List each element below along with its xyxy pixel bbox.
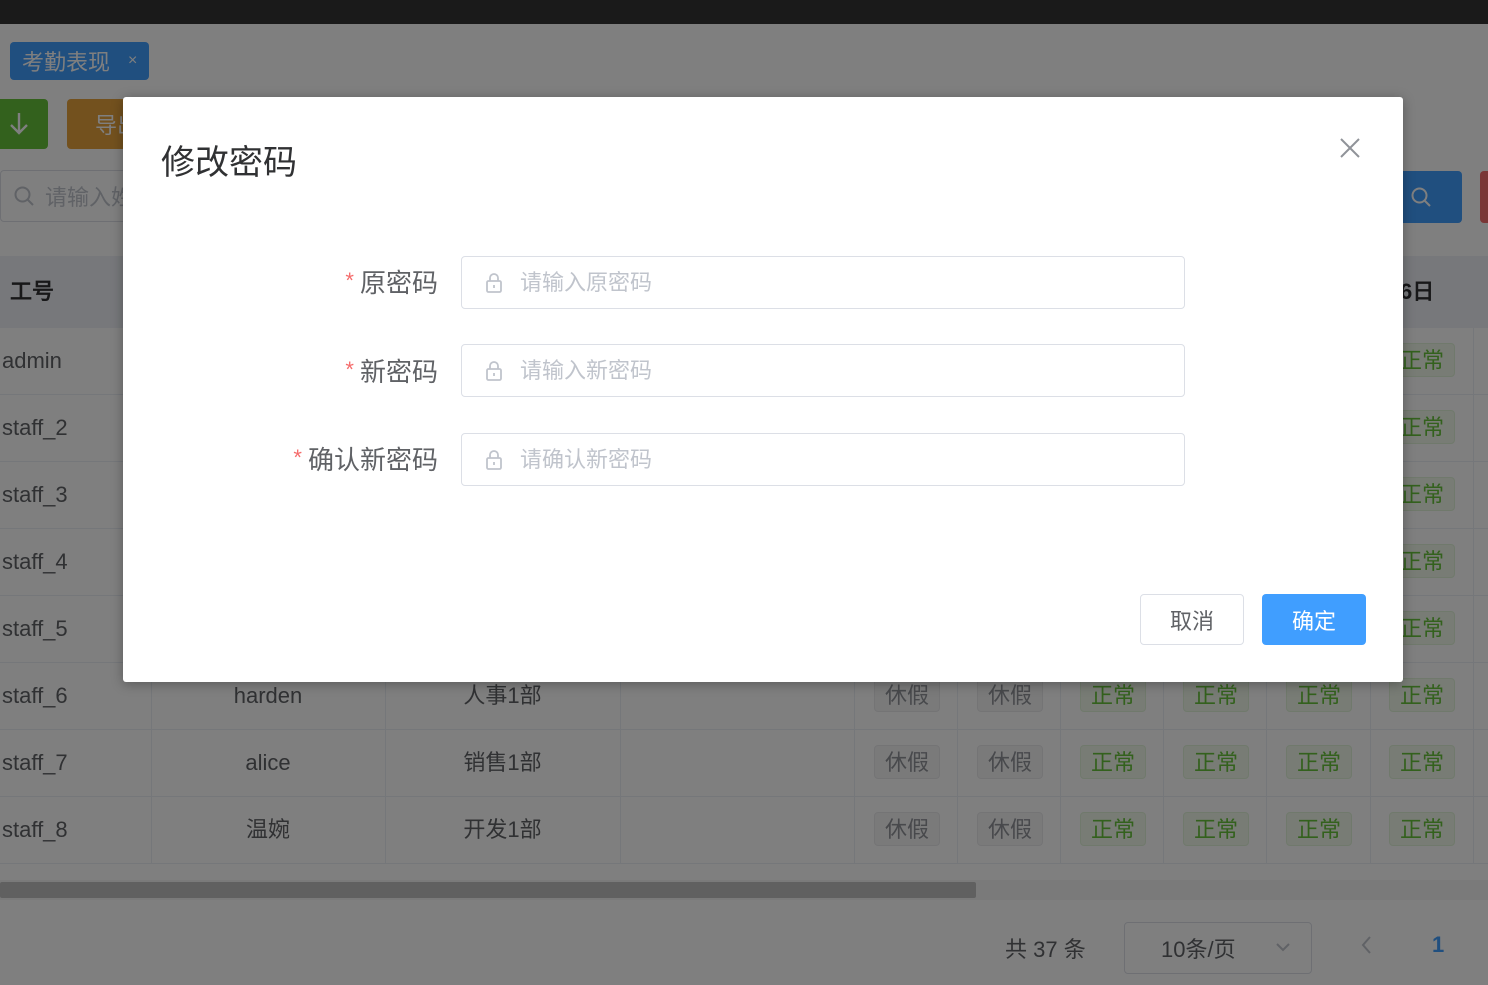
dialog-title: 修改密码 [161, 144, 297, 182]
label-new-password: * 新密码 [345, 352, 438, 389]
label-old-password: * 原密码 [345, 263, 438, 300]
new-password-input[interactable] [518, 356, 1184, 385]
confirm-password-input[interactable] [518, 445, 1184, 474]
required-mark: * [293, 445, 302, 470]
required-mark: * [345, 357, 354, 382]
new-password-field[interactable] [461, 344, 1185, 397]
cancel-button[interactable]: 取消 [1140, 594, 1244, 645]
label-text: 原密码 [359, 268, 438, 298]
lock-icon [486, 272, 502, 293]
old-password-field[interactable] [461, 256, 1185, 309]
lock-icon [486, 449, 502, 470]
label-text: 新密码 [359, 357, 438, 387]
confirm-password-field[interactable] [461, 433, 1185, 486]
change-password-dialog: 修改密码 * 原密码 * 新密码 * 确认新密码 取消 确定 [123, 97, 1403, 682]
old-password-input[interactable] [518, 268, 1184, 297]
label-confirm-password: * 确认新密码 [293, 440, 438, 477]
required-mark: * [345, 268, 354, 293]
confirm-button[interactable]: 确定 [1262, 594, 1366, 645]
close-icon[interactable] [1339, 137, 1361, 159]
lock-icon [486, 360, 502, 381]
label-text: 确认新密码 [307, 445, 438, 475]
window-top-bar [0, 0, 1488, 24]
